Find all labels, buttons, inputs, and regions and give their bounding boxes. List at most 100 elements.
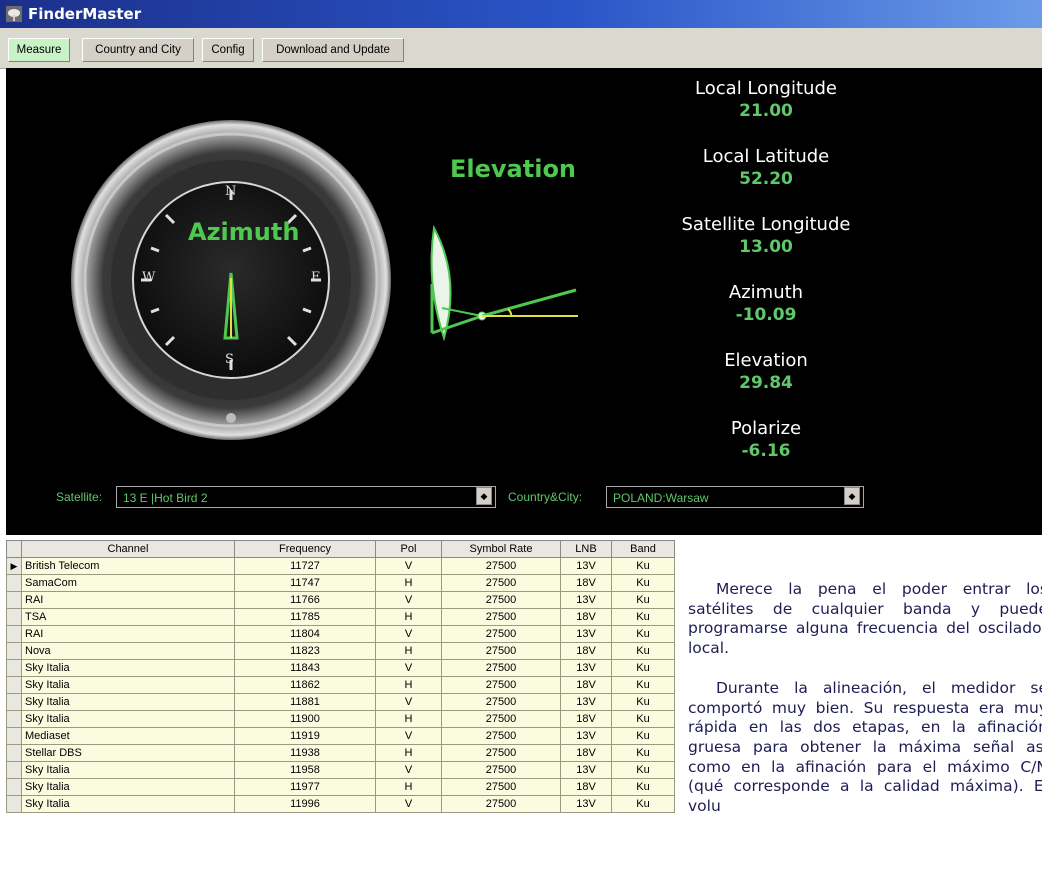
table-cell[interactable]: Ku — [611, 693, 675, 711]
table-cell[interactable]: 27500 — [441, 693, 561, 711]
table-cell[interactable]: 27500 — [441, 676, 561, 694]
row-indicator[interactable] — [6, 778, 22, 796]
table-cell[interactable]: 18V — [560, 676, 612, 694]
table-cell[interactable]: 27500 — [441, 591, 561, 609]
table-cell[interactable]: Ku — [611, 608, 675, 626]
row-indicator[interactable] — [6, 659, 22, 677]
column-header[interactable]: Channel — [21, 540, 235, 558]
table-cell[interactable]: 11804 — [234, 625, 376, 643]
table-cell[interactable]: 27500 — [441, 642, 561, 660]
tab-download-and-update[interactable]: Download and Update — [262, 38, 404, 62]
row-indicator[interactable] — [6, 625, 22, 643]
table-cell[interactable]: H — [375, 676, 442, 694]
table-cell[interactable]: 11747 — [234, 574, 376, 592]
table-row[interactable]: Sky Italia 11843 V 27500 13V Ku — [6, 659, 675, 677]
table-cell[interactable]: 27500 — [441, 710, 561, 728]
table-cell[interactable]: Sky Italia — [21, 693, 235, 711]
table-row[interactable]: Sky Italia 11900 H 27500 18V Ku — [6, 710, 675, 728]
column-header[interactable]: LNB — [560, 540, 612, 558]
table-cell[interactable]: V — [375, 761, 442, 779]
table-cell[interactable]: Ku — [611, 642, 675, 660]
country-city-dropdown-button[interactable]: ◆ — [844, 487, 860, 505]
table-cell[interactable]: 18V — [560, 710, 612, 728]
table-cell[interactable]: Sky Italia — [21, 778, 235, 796]
table-cell[interactable]: 13V — [560, 659, 612, 677]
table-cell[interactable]: V — [375, 557, 442, 575]
table-cell[interactable]: 18V — [560, 642, 612, 660]
satellite-select[interactable]: 13 E |Hot Bird 2 — [116, 486, 496, 508]
table-cell[interactable]: 11843 — [234, 659, 376, 677]
table-cell[interactable]: 27500 — [441, 625, 561, 643]
table-cell[interactable]: 11881 — [234, 693, 376, 711]
table-row[interactable]: SamaCom 11747 H 27500 18V Ku — [6, 574, 675, 592]
table-cell[interactable]: Sky Italia — [21, 676, 235, 694]
table-cell[interactable]: V — [375, 625, 442, 643]
table-cell[interactable]: 27500 — [441, 557, 561, 575]
column-header[interactable]: Frequency — [234, 540, 376, 558]
country-city-select[interactable]: POLAND:Warsaw — [606, 486, 864, 508]
table-cell[interactable]: Ku — [611, 625, 675, 643]
table-cell[interactable]: 27500 — [441, 795, 561, 813]
tab-config[interactable]: Config — [202, 38, 254, 62]
table-cell[interactable]: 11938 — [234, 744, 376, 762]
table-cell[interactable]: V — [375, 591, 442, 609]
table-cell[interactable]: 27500 — [441, 608, 561, 626]
table-cell[interactable]: 11919 — [234, 727, 376, 745]
table-cell[interactable]: 11862 — [234, 676, 376, 694]
table-cell[interactable]: 13V — [560, 795, 612, 813]
row-indicator[interactable] — [6, 727, 22, 745]
table-cell[interactable]: 13V — [560, 727, 612, 745]
title-bar[interactable]: FinderMaster — [0, 0, 1042, 28]
table-cell[interactable]: V — [375, 693, 442, 711]
table-cell[interactable]: H — [375, 642, 442, 660]
table-cell[interactable]: H — [375, 710, 442, 728]
row-indicator[interactable] — [6, 710, 22, 728]
table-cell[interactable]: Ku — [611, 710, 675, 728]
column-header[interactable]: Band — [611, 540, 675, 558]
row-indicator[interactable] — [6, 591, 22, 609]
table-cell[interactable]: 11958 — [234, 761, 376, 779]
table-cell[interactable]: 18V — [560, 574, 612, 592]
table-cell[interactable]: Ku — [611, 591, 675, 609]
table-cell[interactable]: 27500 — [441, 659, 561, 677]
table-cell[interactable]: Nova — [21, 642, 235, 660]
row-indicator[interactable] — [6, 761, 22, 779]
table-cell[interactable]: V — [375, 795, 442, 813]
table-row[interactable]: Sky Italia 11996 V 27500 13V Ku — [6, 795, 675, 813]
table-cell[interactable]: V — [375, 659, 442, 677]
table-row[interactable]: RAI 11766 V 27500 13V Ku — [6, 591, 675, 609]
row-indicator[interactable] — [6, 693, 22, 711]
table-row[interactable]: Nova 11823 H 27500 18V Ku — [6, 642, 675, 660]
table-cell[interactable]: 11823 — [234, 642, 376, 660]
table-cell[interactable]: Ku — [611, 761, 675, 779]
tab-measure[interactable]: Measure — [8, 38, 70, 62]
row-indicator[interactable] — [6, 744, 22, 762]
row-indicator[interactable] — [6, 608, 22, 626]
table-cell[interactable]: 11766 — [234, 591, 376, 609]
table-row[interactable]: Sky Italia 11958 V 27500 13V Ku — [6, 761, 675, 779]
table-cell[interactable]: Ku — [611, 795, 675, 813]
table-cell[interactable]: RAI — [21, 625, 235, 643]
table-cell[interactable]: H — [375, 744, 442, 762]
table-cell[interactable]: Stellar DBS — [21, 744, 235, 762]
table-cell[interactable]: Ku — [611, 574, 675, 592]
table-cell[interactable]: 27500 — [441, 761, 561, 779]
column-header[interactable]: Symbol Rate — [441, 540, 561, 558]
table-cell[interactable]: 27500 — [441, 744, 561, 762]
row-indicator[interactable] — [6, 795, 22, 813]
channel-table[interactable]: Channel Frequency Pol Symbol Rate LNB Ba… — [6, 540, 675, 813]
tab-country-and-city[interactable]: Country and City — [82, 38, 194, 62]
current-row-indicator-icon[interactable]: ▶ — [6, 557, 22, 575]
table-cell[interactable]: Sky Italia — [21, 761, 235, 779]
table-cell[interactable]: Ku — [611, 676, 675, 694]
table-cell[interactable]: TSA — [21, 608, 235, 626]
table-cell[interactable]: Sky Italia — [21, 659, 235, 677]
table-cell[interactable]: 11996 — [234, 795, 376, 813]
table-cell[interactable]: 13V — [560, 591, 612, 609]
table-cell[interactable]: Sky Italia — [21, 795, 235, 813]
table-cell[interactable]: 18V — [560, 744, 612, 762]
table-row[interactable]: RAI 11804 V 27500 13V Ku — [6, 625, 675, 643]
table-row[interactable]: Sky Italia 11977 H 27500 18V Ku — [6, 778, 675, 796]
table-cell[interactable]: Ku — [611, 557, 675, 575]
table-cell[interactable]: 11727 — [234, 557, 376, 575]
